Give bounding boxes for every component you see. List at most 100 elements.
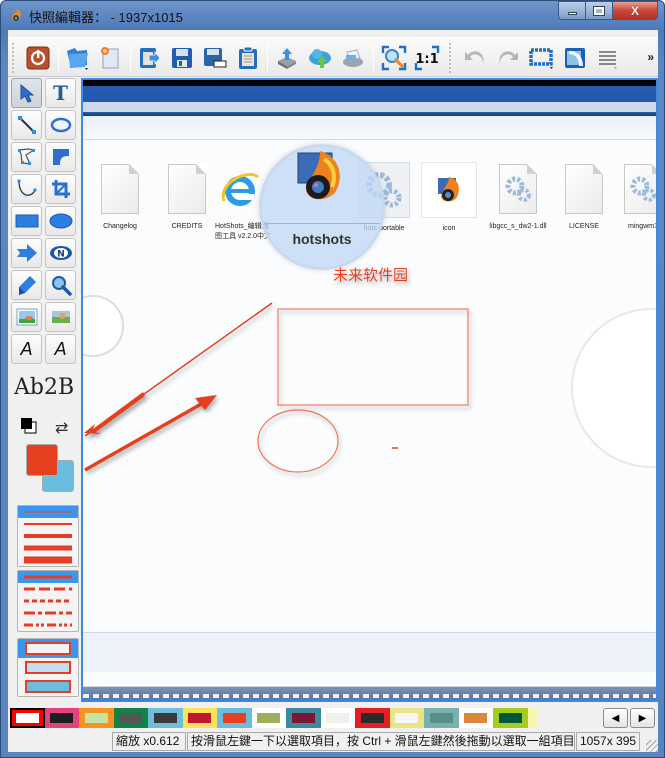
cloud-upload-button[interactable] <box>306 44 334 72</box>
fill-style-panel <box>17 638 79 697</box>
color-swatch[interactable] <box>389 708 424 728</box>
svg-text:1:1: 1:1 <box>415 52 438 67</box>
ellipse-tool[interactable] <box>45 206 76 236</box>
highlighter-icon <box>18 276 36 295</box>
number-stamp-tool[interactable]: N <box>45 238 76 268</box>
color-swatch[interactable] <box>113 708 148 728</box>
blur-image-tool[interactable] <box>45 302 76 332</box>
close-button[interactable]: X <box>612 1 658 20</box>
export-button[interactable] <box>135 44 163 72</box>
line-style-option[interactable] <box>18 619 78 631</box>
color-swatch[interactable] <box>148 708 183 728</box>
color-swatch[interactable] <box>44 708 79 728</box>
exit-button[interactable] <box>24 44 52 72</box>
zoom-status: 縮放 x0.612 <box>112 732 186 751</box>
font-increase-tool[interactable]: A <box>11 334 42 364</box>
font-preview[interactable]: Ab2B <box>14 375 79 400</box>
line-width-option[interactable] <box>18 542 78 554</box>
lasso-icon <box>50 117 71 133</box>
line-width-option[interactable] <box>18 518 78 530</box>
color-swatch[interactable] <box>493 708 528 728</box>
foreground-color-swatch[interactable] <box>26 444 58 476</box>
upload-button[interactable] <box>273 44 301 72</box>
color-swatch[interactable] <box>320 708 355 728</box>
redo-button[interactable] <box>494 44 522 72</box>
color-swatch[interactable] <box>182 708 217 728</box>
number-badge-icon: N <box>49 246 72 260</box>
line-style-option[interactable] <box>18 595 78 607</box>
circle-annotation[interactable] <box>83 295 124 357</box>
ellipse-annotation[interactable] <box>257 409 339 473</box>
highlighter-tool[interactable] <box>11 270 42 300</box>
open-button[interactable] <box>64 44 92 72</box>
circle-annotation[interactable] <box>571 308 658 468</box>
color-swatch[interactable] <box>458 708 493 728</box>
arrow-tool[interactable] <box>11 238 42 268</box>
save-as-button[interactable] <box>201 44 229 72</box>
color-swatch[interactable] <box>527 708 538 728</box>
image-icon <box>16 308 37 326</box>
color-swatch[interactable] <box>251 708 286 728</box>
arrow-annotation[interactable] <box>84 392 145 434</box>
crop-icon <box>51 180 70 198</box>
font-decrease-tool[interactable]: A <box>45 334 76 364</box>
resize-grip[interactable] <box>646 740 658 752</box>
line-width-option[interactable] <box>18 506 78 518</box>
rectangle-tool[interactable] <box>11 206 42 236</box>
maximize-button[interactable] <box>585 1 612 20</box>
undo-button[interactable] <box>461 44 489 72</box>
folder-icon <box>67 48 88 70</box>
text-annotation[interactable]: 未来软件园 <box>333 266 408 284</box>
clipboard-icon <box>239 46 257 69</box>
line-width-option[interactable] <box>18 530 78 542</box>
rectangle-annotation[interactable] <box>277 308 469 406</box>
send-button[interactable] <box>561 44 589 72</box>
zoom-fit-button[interactable] <box>380 44 408 72</box>
color-swatch[interactable] <box>286 708 321 728</box>
canvas-size-button[interactable] <box>528 44 556 72</box>
minimize-button[interactable] <box>558 1 585 20</box>
color-swatch[interactable] <box>10 708 45 728</box>
editor-canvas[interactable]: Changelog CREDITS HotShots_编辑截图工具 v2.2.0… <box>81 78 658 702</box>
curve-tool[interactable] <box>11 174 42 204</box>
toolbar-overflow-button[interactable]: » <box>647 50 654 64</box>
toolbar-separator <box>373 44 374 72</box>
color-swatch[interactable] <box>355 708 390 728</box>
save-button[interactable] <box>168 44 196 72</box>
menu-button[interactable] <box>594 44 622 72</box>
polygon-tool[interactable] <box>11 142 42 172</box>
line-style-option[interactable] <box>18 571 78 583</box>
lasso-tool[interactable] <box>45 110 76 140</box>
toolbar-grip[interactable] <box>449 43 452 73</box>
actual-size-button[interactable]: 1:1 <box>413 44 441 72</box>
palette-next-button[interactable]: ▶ <box>630 708 655 728</box>
line-style-option[interactable] <box>18 607 78 619</box>
app-window: 快照編輯器： - 1937x1015 X 1:1 » T N A A Ab2B … <box>0 0 665 758</box>
crop-tool[interactable] <box>45 174 76 204</box>
print-button[interactable] <box>339 44 367 72</box>
magnify-tool[interactable] <box>45 270 76 300</box>
select-tool[interactable] <box>11 78 42 108</box>
palette-prev-button[interactable]: ◀ <box>603 708 628 728</box>
color-swatch[interactable] <box>79 708 114 728</box>
line-style-option[interactable] <box>18 583 78 595</box>
title-bar[interactable]: 快照編輯器： - 1937x1015 X <box>1 1 664 29</box>
hamburger-icon <box>599 51 617 69</box>
fill-style-option[interactable] <box>18 677 78 696</box>
insert-image-tool[interactable] <box>11 302 42 332</box>
color-swatch[interactable] <box>217 708 252 728</box>
fill-style-option[interactable] <box>18 639 78 658</box>
swap-colors-icon[interactable]: ⇄ <box>55 418 68 438</box>
color-swatch[interactable] <box>424 708 459 728</box>
line-width-option[interactable] <box>18 554 78 566</box>
text-tool[interactable]: T <box>45 78 76 108</box>
default-colors-icon[interactable] <box>21 418 37 434</box>
arrow-annotation[interactable] <box>84 401 204 472</box>
new-button[interactable] <box>96 44 124 72</box>
rounded-corner-tool[interactable] <box>45 142 76 172</box>
ellipse-icon <box>49 213 72 229</box>
line-tool[interactable] <box>11 110 42 140</box>
toolbar-grip[interactable] <box>12 43 15 73</box>
copy-clipboard-button[interactable] <box>234 44 262 72</box>
fill-style-option[interactable] <box>18 658 78 677</box>
